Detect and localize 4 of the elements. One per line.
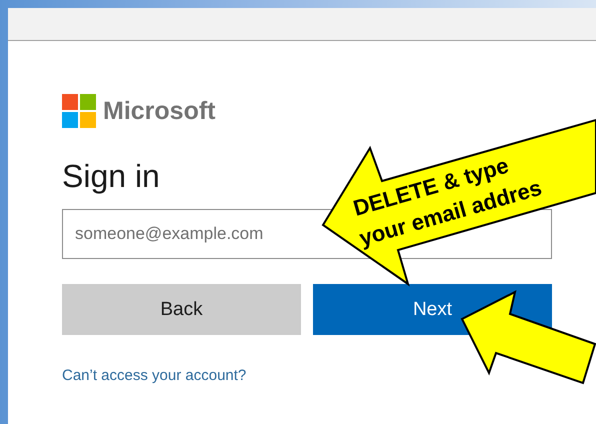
back-button[interactable]: Back bbox=[62, 284, 301, 335]
brand-name: Microsoft bbox=[103, 96, 216, 126]
account-help-link[interactable]: Can’t access your account? bbox=[62, 367, 246, 384]
page-title: Sign in bbox=[62, 157, 160, 196]
